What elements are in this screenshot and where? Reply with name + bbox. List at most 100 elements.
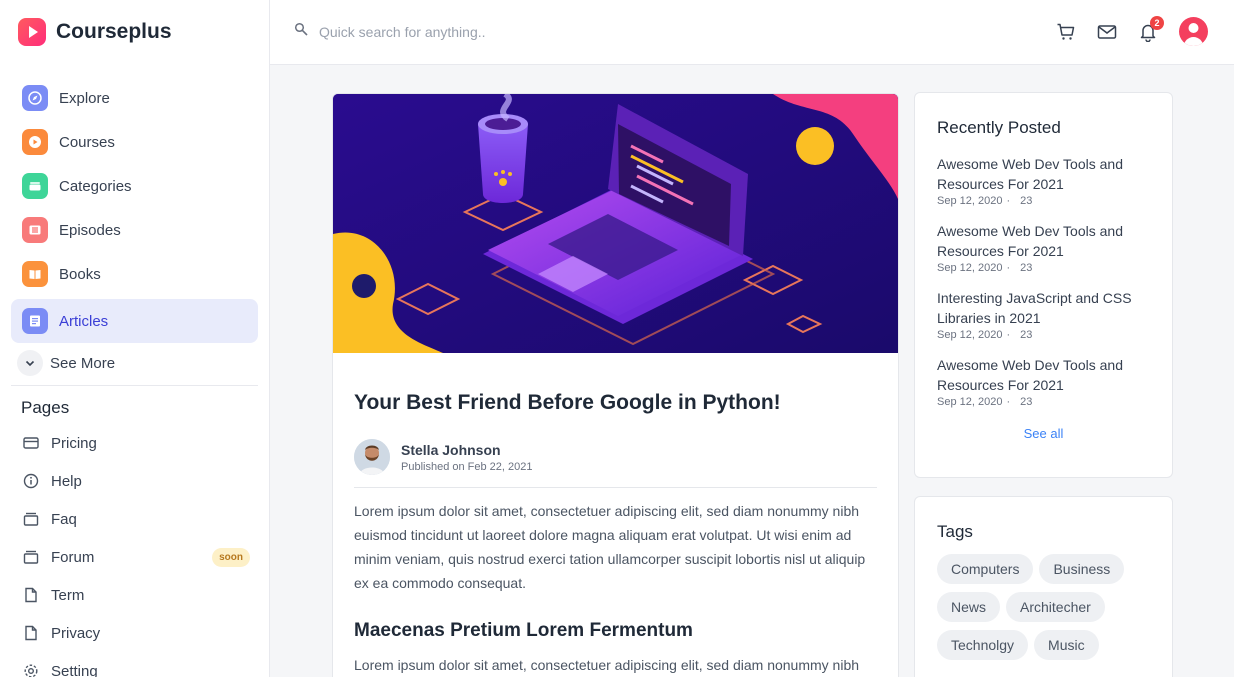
info-icon bbox=[22, 472, 40, 490]
post-date: Sep 12, 2020 bbox=[937, 262, 1003, 274]
app-name: Courseplus bbox=[56, 20, 172, 43]
recently-posted-card: Recently Posted Awesome Web Dev Tools an… bbox=[914, 92, 1173, 478]
film-icon bbox=[22, 217, 48, 243]
search-input[interactable] bbox=[319, 24, 579, 40]
cart-icon[interactable] bbox=[1055, 21, 1077, 43]
sidebar-item-label: Articles bbox=[59, 312, 109, 330]
card-icon bbox=[22, 434, 40, 452]
sidebar-item-label: Privacy bbox=[51, 624, 101, 642]
file-icon bbox=[22, 586, 40, 604]
recent-post-meta: Sep 12, 2020 · 23 bbox=[937, 262, 1157, 274]
article-title: Your Best Friend Before Google in Python… bbox=[354, 391, 781, 414]
recent-post-meta: Sep 12, 2020 · 23 bbox=[937, 195, 1157, 207]
recent-post[interactable]: Awesome Web Dev Tools and Resources For … bbox=[937, 154, 1157, 207]
article-paragraph: Lorem ipsum dolor sit amet, consectetuer… bbox=[354, 503, 866, 591]
post-count: 23 bbox=[1020, 262, 1033, 274]
inbox-icon bbox=[22, 510, 40, 528]
sidebar-item-label: Episodes bbox=[59, 221, 121, 239]
article-icon bbox=[22, 308, 48, 334]
user-avatar[interactable] bbox=[1179, 17, 1208, 46]
tag-chip[interactable]: News bbox=[937, 592, 1001, 622]
sidebar-item-privacy[interactable]: Privacy bbox=[11, 614, 258, 652]
recently-posted-title: Recently Posted bbox=[937, 118, 1061, 137]
logo-play-icon bbox=[18, 18, 46, 46]
article-body: Your Best Friend Before Google in Python… bbox=[333, 391, 898, 677]
tag-chip[interactable]: Technolgy bbox=[937, 630, 1029, 660]
author-block: Stella Johnson Published on Feb 22, 2021 bbox=[354, 439, 877, 488]
tags-title: Tags bbox=[937, 522, 973, 541]
sidebar-item-label: Setting bbox=[51, 662, 98, 677]
post-date: Sep 12, 2020 bbox=[937, 329, 1003, 341]
see-more-label: See More bbox=[50, 354, 116, 372]
recent-post-meta: Sep 12, 2020 · 23 bbox=[937, 329, 1157, 341]
sidebar-item-label: Faq bbox=[51, 510, 77, 528]
folder-icon bbox=[22, 173, 48, 199]
top-bar: 2 bbox=[270, 0, 1234, 65]
recent-post-title[interactable]: Awesome Web Dev Tools and Resources For … bbox=[937, 221, 1157, 261]
tag-chip[interactable]: Music bbox=[1034, 630, 1099, 660]
article-card: Your Best Friend Before Google in Python… bbox=[332, 93, 899, 677]
meta-separator: · bbox=[1006, 329, 1011, 341]
article-paragraph: Lorem ipsum dolor sit amet, consectetuer… bbox=[354, 657, 860, 673]
author-avatar[interactable] bbox=[354, 439, 390, 475]
sidebar-item-setting[interactable]: Setting bbox=[11, 652, 258, 677]
recent-post-title[interactable]: Awesome Web Dev Tools and Resources For … bbox=[937, 355, 1157, 395]
sidebar-item-categories[interactable]: Categories bbox=[11, 164, 258, 208]
sidebar-divider bbox=[11, 385, 258, 386]
tag-chip[interactable]: Business bbox=[1039, 554, 1125, 584]
sidebar-item-books[interactable]: Books bbox=[11, 252, 258, 296]
meta-separator: · bbox=[1006, 195, 1011, 207]
article-hero-image bbox=[333, 94, 898, 353]
meta-separator: · bbox=[1006, 262, 1011, 274]
sidebar-item-label: Help bbox=[51, 472, 82, 490]
sidebar-item-label: Forum bbox=[51, 548, 95, 566]
sidebar-item-courses[interactable]: Courses bbox=[11, 120, 258, 164]
tags-card: Tags Computers Business News Architecher… bbox=[914, 496, 1173, 677]
sidebar-item-help[interactable]: Help bbox=[11, 462, 258, 500]
meta-separator: · bbox=[1006, 396, 1011, 408]
post-date: Sep 12, 2020 bbox=[937, 396, 1003, 408]
post-count: 23 bbox=[1020, 396, 1033, 408]
sidebar-item-label: Explore bbox=[59, 89, 110, 107]
play-icon bbox=[22, 129, 48, 155]
sidebar-item-articles[interactable]: Articles bbox=[11, 299, 258, 343]
notification-badge: 2 bbox=[1150, 15, 1164, 30]
sidebar-item-explore[interactable]: Explore bbox=[11, 76, 258, 120]
sidebar-item-faq[interactable]: Faq bbox=[11, 500, 258, 538]
see-more-toggle[interactable]: See More bbox=[11, 343, 258, 383]
file-icon bbox=[22, 624, 40, 642]
recent-post-title[interactable]: Awesome Web Dev Tools and Resources For … bbox=[937, 154, 1157, 194]
mail-icon[interactable] bbox=[1096, 21, 1118, 43]
soon-badge: soon bbox=[212, 548, 250, 567]
bell-icon[interactable]: 2 bbox=[1137, 15, 1164, 43]
recent-post[interactable]: Interesting JavaScript and CSS Libraries… bbox=[937, 288, 1157, 341]
search-bar bbox=[294, 22, 579, 42]
publish-date: Published on Feb 22, 2021 bbox=[401, 460, 533, 473]
sidebar-item-label: Courses bbox=[59, 133, 115, 151]
author-info: Stella Johnson Published on Feb 22, 2021 bbox=[401, 442, 533, 473]
post-date: Sep 12, 2020 bbox=[937, 195, 1003, 207]
header-actions: 2 bbox=[1036, 15, 1208, 46]
pages-heading: Pages bbox=[21, 398, 70, 417]
sidebar-item-forum[interactable]: Forum soon bbox=[11, 538, 258, 576]
recent-post-meta: Sep 12, 2020 · 23 bbox=[937, 396, 1157, 408]
recent-post[interactable]: Awesome Web Dev Tools and Resources For … bbox=[937, 355, 1157, 408]
sidebar-item-label: Pricing bbox=[51, 434, 97, 452]
sidebar-item-pricing[interactable]: Pricing bbox=[11, 424, 258, 462]
tag-list: Computers Business News Architecher Tech… bbox=[937, 554, 1157, 668]
tag-chip[interactable]: Computers bbox=[937, 554, 1034, 584]
forum-icon bbox=[22, 548, 40, 566]
recent-post-title[interactable]: Interesting JavaScript and CSS Libraries… bbox=[937, 288, 1157, 328]
post-count: 23 bbox=[1020, 329, 1033, 341]
chevron-down-icon bbox=[17, 350, 43, 376]
sidebar-item-label: Term bbox=[51, 586, 85, 604]
article-subheading: Maecenas Pretium Lorem Fermentum bbox=[354, 620, 693, 641]
tag-chip[interactable]: Architecher bbox=[1006, 592, 1105, 622]
sidebar-item-episodes[interactable]: Episodes bbox=[11, 208, 258, 252]
recent-post[interactable]: Awesome Web Dev Tools and Resources For … bbox=[937, 221, 1157, 274]
logo[interactable]: Courseplus bbox=[18, 18, 172, 46]
see-all-link[interactable]: See all bbox=[915, 426, 1172, 441]
sidebar-item-term[interactable]: Term bbox=[11, 576, 258, 614]
author-name[interactable]: Stella Johnson bbox=[401, 442, 533, 458]
sidebar-item-label: Categories bbox=[59, 177, 132, 195]
